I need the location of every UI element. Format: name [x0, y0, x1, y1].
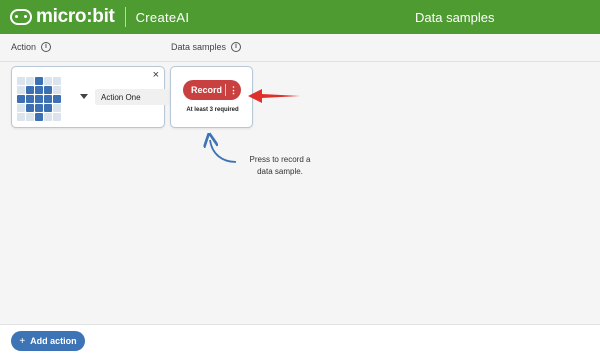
add-action-label: Add action — [30, 336, 77, 346]
hint-line-1: Press to record a — [249, 155, 311, 164]
hint-arrow-icon — [210, 140, 237, 163]
red-pointer-arrow-icon — [248, 89, 300, 103]
hint-line-2: data sample. — [257, 167, 303, 176]
footer-bar: + Add action — [0, 324, 600, 357]
record-hint: Press to record a data sample. — [240, 154, 320, 178]
add-action-button[interactable]: + Add action — [11, 331, 85, 351]
annotation-overlay — [0, 89, 300, 163]
plus-icon: + — [19, 335, 26, 347]
